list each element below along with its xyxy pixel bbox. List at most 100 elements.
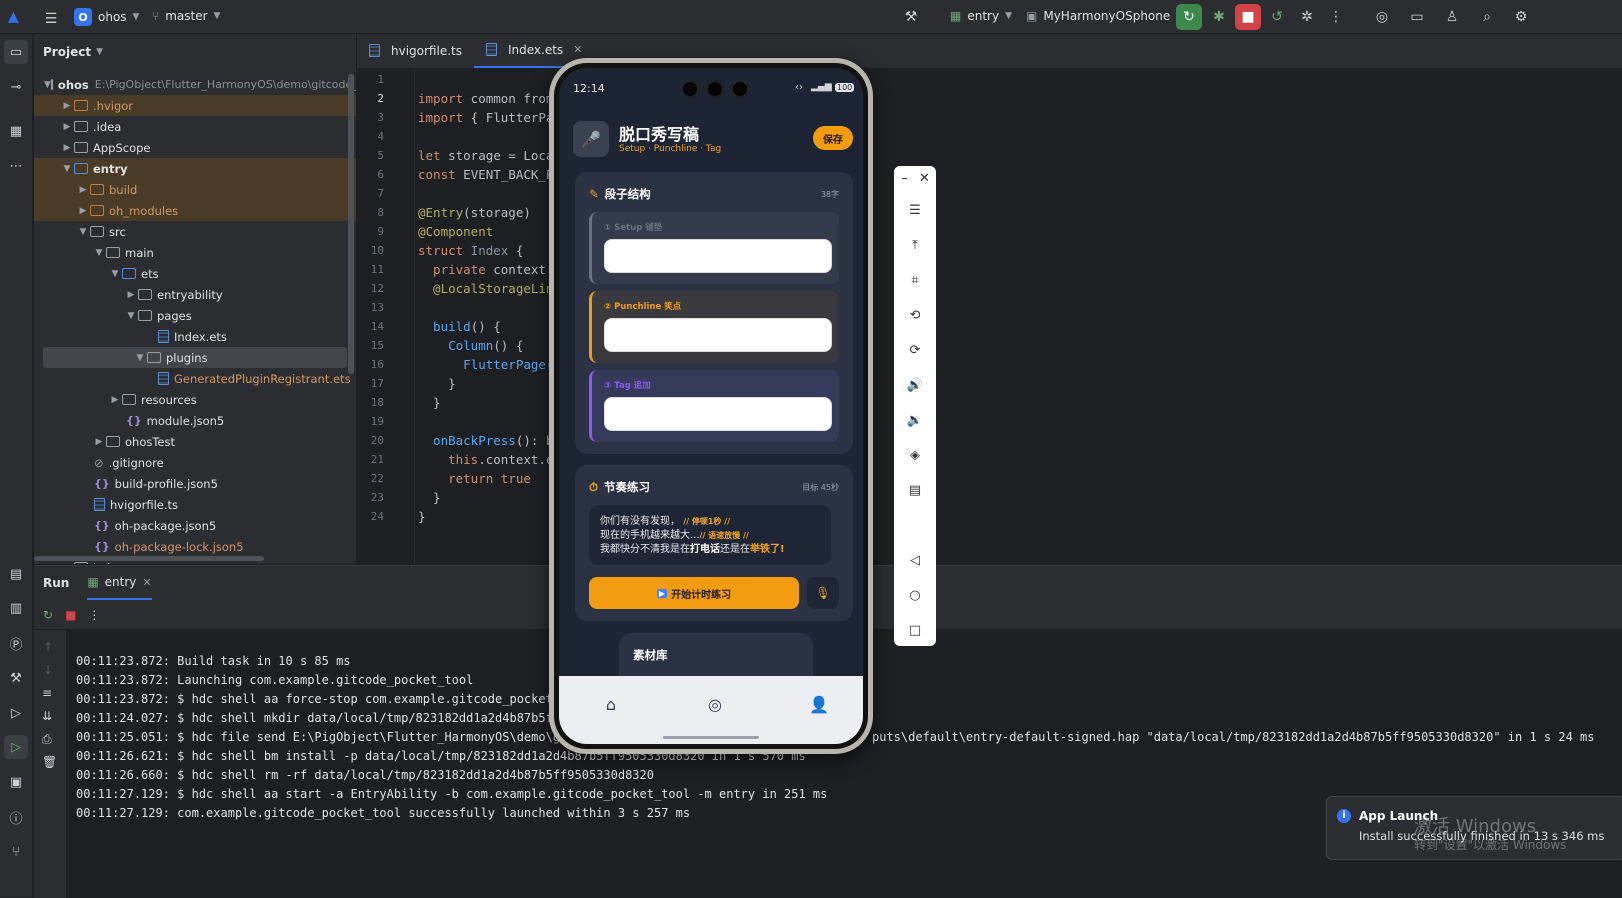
close-icon[interactable]: ✕: [573, 43, 582, 56]
tree-item[interactable]: ▶ .hvigor: [34, 95, 356, 116]
punchline-input[interactable]: [604, 318, 832, 352]
tree-item[interactable]: {} oh-package.json5: [34, 515, 356, 536]
rerun-icon[interactable]: ↻: [1176, 4, 1202, 30]
tree-item[interactable]: ▶ oh_modules: [34, 200, 356, 221]
tree-item[interactable]: ▼ src: [34, 221, 356, 242]
code-line-2[interactable]: import common from: [418, 91, 553, 106]
tag-input[interactable]: [604, 397, 832, 431]
home-icon[interactable]: ⌂: [599, 692, 623, 716]
close-icon[interactable]: ✕: [914, 166, 935, 190]
log-icon[interactable]: ▥: [4, 596, 28, 620]
start-practice-button[interactable]: ▶ 开始计时练习: [589, 577, 799, 609]
menu-icon[interactable]: ☰: [903, 198, 927, 222]
back-icon[interactable]: ◁: [903, 548, 927, 572]
code-line-24[interactable]: }: [418, 509, 426, 524]
phone-screen[interactable]: 12:14 ‹› ▂▄▆ 100 🎤 脱口秀写稿 Setup · Punchli…: [559, 68, 863, 744]
user-icon[interactable]: ♙: [1439, 4, 1465, 30]
more-vertical-icon[interactable]: ⋮: [1323, 4, 1349, 30]
volume-up-icon[interactable]: 🔊: [903, 373, 927, 397]
tree-item[interactable]: hvigorfile.ts: [34, 494, 356, 515]
apply-changes-icon[interactable]: ↺: [1264, 4, 1290, 30]
code-line-12[interactable]: @LocalStorageLink: [418, 281, 561, 296]
multi-device-icon[interactable]: ▤: [903, 478, 927, 502]
tree-item[interactable]: {} build-profile.json5: [34, 473, 356, 494]
code-line-23[interactable]: }: [418, 490, 441, 505]
volume-down-icon[interactable]: 🔉: [903, 408, 927, 432]
tree-item[interactable]: {} oh-package-lock.json5: [34, 536, 356, 557]
branch-selector[interactable]: ⑂ master ▼: [152, 9, 220, 23]
recents-icon[interactable]: □: [903, 618, 927, 642]
project-panel-header[interactable]: Project ▼: [34, 34, 356, 69]
code-line-3[interactable]: import { FlutterPag: [418, 110, 561, 125]
gear-icon[interactable]: ⚙: [1508, 4, 1534, 30]
tree-root[interactable]: ▼ ohos E:\PigObject\Flutter_HarmonyOS\de…: [34, 74, 356, 95]
soft-wrap-icon[interactable]: ≡: [42, 686, 52, 700]
tree-item[interactable]: GeneratedPluginRegistrant.ets: [34, 368, 356, 389]
user-profile-icon[interactable]: 👤: [807, 692, 831, 716]
tree-item[interactable]: ⊘ .gitignore: [34, 452, 356, 473]
rerun-icon[interactable]: ↻: [43, 608, 53, 622]
more-horizontal-icon[interactable]: ⋯: [4, 154, 28, 178]
code-line-18[interactable]: }: [418, 395, 441, 410]
terminal-icon[interactable]: ▣: [4, 770, 28, 794]
microphone-button[interactable]: 🎙: [807, 577, 839, 609]
fold-icon[interactable]: ◈: [903, 443, 927, 467]
home-indicator[interactable]: [663, 736, 759, 739]
code-line-15[interactable]: Column() {: [418, 338, 523, 353]
close-icon[interactable]: ✕: [142, 576, 151, 589]
stop-icon[interactable]: ■: [65, 608, 76, 622]
scroll-to-end-icon[interactable]: ⇊: [42, 709, 52, 723]
horizontal-scrollbar[interactable]: [34, 556, 264, 561]
run-config-selector[interactable]: ▦ entry ▼: [950, 9, 1012, 23]
search-icon[interactable]: ⌕: [1474, 4, 1500, 30]
code-line-14[interactable]: build() {: [418, 319, 501, 334]
code-line-5[interactable]: let storage = Local: [418, 148, 561, 163]
commit-icon[interactable]: ⊸: [4, 75, 28, 99]
structure-icon[interactable]: ▦: [4, 119, 28, 143]
code-line-11[interactable]: private context =: [418, 262, 561, 277]
problems-icon[interactable]: ⓘ: [4, 805, 28, 829]
code-line-21[interactable]: this.context.ev: [418, 452, 561, 467]
tree-item[interactable]: ▶ ohosTest: [34, 431, 356, 452]
main-menu-icon[interactable]: ☰: [38, 6, 64, 32]
hammer-build-icon[interactable]: ⚒: [898, 4, 924, 30]
tree-item[interactable]: ▶ build: [34, 179, 356, 200]
arrow-down-icon[interactable]: ↓: [43, 663, 53, 677]
project-folder-icon[interactable]: ▭: [4, 40, 28, 64]
device-selector[interactable]: ▣ MyHarmonyOSphone ▼: [1026, 9, 1183, 23]
code-line-16[interactable]: FlutterPage({: [418, 357, 561, 372]
code-line-22[interactable]: return true: [418, 471, 531, 486]
code-line-20[interactable]: onBackPress(): bo: [418, 433, 561, 448]
code-line-9[interactable]: @Component: [418, 224, 493, 239]
tree-item[interactable]: ▶ resources: [34, 389, 356, 410]
rotate-icon[interactable]: ⟲: [903, 303, 927, 327]
code-line-17[interactable]: }: [418, 376, 456, 391]
tree-item-selected[interactable]: ▼ plugins: [43, 347, 347, 368]
tree-item[interactable]: ▶ AppScope: [34, 137, 356, 158]
stop-icon[interactable]: ■: [1235, 4, 1261, 30]
tree-item[interactable]: ▼ entry: [34, 158, 356, 179]
trash-icon[interactable]: 🗑: [42, 755, 57, 769]
vertical-scrollbar[interactable]: [348, 74, 354, 374]
tab-run-entry[interactable]: ▦ entry ✕: [87, 566, 152, 600]
app-logo-icon[interactable]: ▲: [8, 9, 24, 25]
todo-icon[interactable]: ▤: [4, 562, 28, 586]
target-icon[interactable]: ◎: [1369, 4, 1395, 30]
more-vertical-icon[interactable]: ⋮: [88, 608, 100, 622]
save-button[interactable]: 保存: [813, 126, 853, 150]
tree-item[interactable]: ▼ main: [34, 242, 356, 263]
print-icon[interactable]: ⎙: [42, 732, 52, 747]
tree-item[interactable]: ▶ .idea: [34, 116, 356, 137]
attach-debugger-icon[interactable]: ✲: [1294, 4, 1320, 30]
code-line-10[interactable]: struct Index {: [418, 243, 523, 258]
tree-item[interactable]: ▶ entryability: [34, 284, 356, 305]
home-circle-icon[interactable]: ○: [903, 583, 927, 607]
services-icon[interactable]: ▷: [4, 701, 28, 725]
tree-item[interactable]: ▼ ets: [34, 263, 356, 284]
tab-hvigorfile[interactable]: hvigorfile.ts: [357, 33, 474, 68]
project-selector[interactable]: O ohos ▼: [74, 8, 139, 26]
debug-bug-icon[interactable]: ✱: [1206, 4, 1232, 30]
compass-icon[interactable]: ◎: [703, 692, 727, 716]
pin-top-icon[interactable]: ⤒: [903, 233, 927, 257]
build-hammer-icon[interactable]: ⚒: [4, 666, 28, 690]
